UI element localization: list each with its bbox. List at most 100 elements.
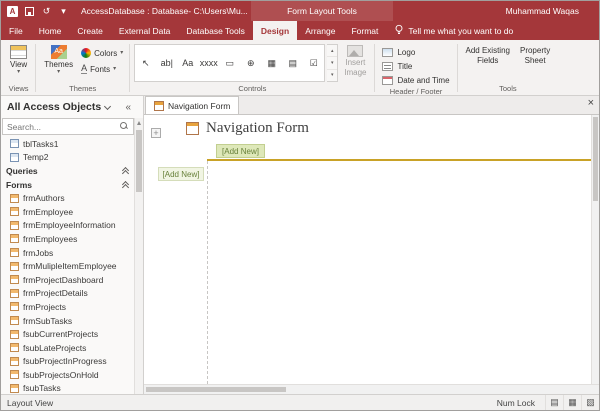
object-icon	[10, 262, 19, 271]
themes-button[interactable]: Aa Themes ▾	[40, 43, 77, 75]
view-shortcut-buttons: ▤ ▦ ▧	[545, 395, 599, 410]
button-icon[interactable]: xxxx	[198, 45, 219, 81]
themes-group-label: Themes	[37, 83, 128, 95]
nav-object-item[interactable]: tblTasks1	[1, 137, 134, 151]
nav-object-item[interactable]: frmEmployees	[1, 232, 134, 246]
quick-access-toolbar: A ↺ ▾	[7, 6, 69, 17]
navpane-scrollbar[interactable]	[134, 118, 143, 394]
insert-image-button[interactable]: Insert Image	[340, 43, 370, 77]
controls-gallery: ↖ ab| Aa xxxx ▭ ⊕ ▦ ▤	[134, 44, 325, 82]
collapse-pane-button[interactable]: «	[125, 102, 131, 113]
hyperlink-icon[interactable]: ⊕	[240, 45, 261, 81]
views-group: View ▾ Views	[3, 41, 34, 95]
title-button[interactable]: Title	[382, 60, 449, 72]
form-view-icon[interactable]: ▤	[545, 395, 563, 410]
nav-object-item[interactable]: Queries	[1, 164, 134, 178]
section-collapse-icon	[122, 167, 130, 175]
nav-object-item[interactable]: frmProjectDetails	[1, 287, 134, 301]
logo-button[interactable]: Logo	[382, 46, 449, 58]
customize-quick-access-icon[interactable]: ▾	[58, 6, 69, 17]
numlock-indicator: Num Lock	[497, 398, 535, 408]
check-box-icon[interactable]: ☑	[303, 45, 324, 81]
nav-object-item[interactable]: frmAuthors	[1, 191, 134, 205]
lightbulb-icon	[394, 24, 404, 38]
ribbon-tab[interactable]: Home	[31, 21, 70, 40]
property-sheet-button[interactable]: Property Sheet	[516, 43, 554, 65]
navigation-pane-header[interactable]: All Access Objects «	[1, 96, 134, 118]
nav-object-item[interactable]: fsubTasks	[1, 382, 134, 394]
add-new-tab-button[interactable]: [Add New]	[216, 144, 265, 158]
nav-object-item[interactable]: frmProjectDashboard	[1, 273, 134, 287]
canvas-vertical-scrollbar[interactable]	[591, 115, 599, 384]
ribbon-tab[interactable]: Design	[253, 21, 297, 40]
nav-object-item[interactable]: frmEmployee	[1, 205, 134, 219]
search-input[interactable]	[7, 122, 120, 132]
navpane-scrollbar-thumb[interactable]	[136, 130, 142, 192]
ribbon-tab[interactable]: File	[1, 21, 31, 40]
insert-image-label-line1: Insert	[345, 58, 365, 67]
signed-in-user[interactable]: Muhammad Waqas	[506, 6, 579, 16]
form-title: Navigation Form	[206, 120, 309, 137]
document-tab-bar: Navigation Form ×	[144, 96, 599, 115]
label-icon[interactable]: Aa	[177, 45, 198, 81]
save-button[interactable]	[24, 6, 35, 17]
tool-label-line1: Add Existing	[466, 46, 510, 55]
nav-object-label: frmEmployee	[23, 207, 73, 217]
select-pointer-icon[interactable]: ↖	[135, 45, 156, 81]
nav-object-item[interactable]: frmEmployeeInformation	[1, 219, 134, 233]
nav-object-label: frmProjectDetails	[23, 288, 88, 298]
fonts-button[interactable]: A Fonts ▾	[79, 63, 125, 75]
layout-selector-handle[interactable]: +	[151, 128, 161, 138]
nav-object-label: frmAuthors	[23, 193, 65, 203]
header-footer-button-label: Date and Time	[397, 76, 449, 85]
nav-object-item[interactable]: frmSubTasks	[1, 314, 134, 328]
fonts-button-label: Fonts	[90, 65, 110, 74]
gallery-scroll-up-icon[interactable]: ▴	[327, 45, 337, 57]
colors-button[interactable]: Colors ▾	[79, 47, 125, 59]
layout-view-icon[interactable]: ▧	[581, 395, 599, 410]
object-icon	[10, 370, 19, 379]
gallery-scroll-down-icon[interactable]: ▾	[327, 57, 337, 69]
nav-object-item[interactable]: fsubProjectInProgress	[1, 355, 134, 369]
text-box-icon[interactable]: ab|	[156, 45, 177, 81]
add-existing-fields-button[interactable]: Add Existing Fields	[462, 43, 514, 65]
nav-object-item[interactable]: frmMulipleItemEmployee	[1, 259, 134, 273]
image-frame-icon[interactable]: ▦	[261, 45, 282, 81]
group-separator	[129, 44, 130, 92]
tell-me-box[interactable]: Tell me what you want to do	[386, 21, 521, 40]
object-icon	[10, 302, 19, 311]
add-new-vertical-button[interactable]: [Add New]	[158, 167, 204, 181]
ribbon-tab[interactable]: Database Tools	[178, 21, 252, 40]
view-button[interactable]: View ▾	[6, 43, 31, 75]
object-icon	[10, 275, 19, 284]
nav-object-label: frmEmployees	[23, 234, 77, 244]
ribbon-tab[interactable]: Format	[343, 21, 386, 40]
header-footer-button-label: Title	[397, 62, 412, 71]
horizontal-scrollbar-thumb[interactable]	[146, 387, 286, 392]
insert-image-label-line2: Image	[344, 68, 366, 77]
gallery-more-icon[interactable]: ▾	[327, 70, 337, 81]
section-collapse-icon	[122, 181, 130, 189]
close-document-button[interactable]: ×	[588, 98, 594, 109]
combo-box-icon[interactable]: ▤	[282, 45, 303, 81]
nav-object-label: frmJobs	[23, 248, 53, 258]
undo-button[interactable]: ↺	[41, 6, 52, 17]
nav-object-item[interactable]: Temp2	[1, 151, 134, 165]
ribbon-tab[interactable]: External Data	[111, 21, 179, 40]
form-canvas: + Navigation Form [Add New] [Add New]	[144, 115, 599, 384]
nav-object-item[interactable]: frmJobs	[1, 246, 134, 260]
nav-object-item[interactable]: fsubProjectsOnHold	[1, 368, 134, 382]
tab-control-icon[interactable]: ▭	[219, 45, 240, 81]
object-icon	[10, 316, 19, 325]
datasheet-view-icon[interactable]: ▦	[563, 395, 581, 410]
nav-object-item[interactable]: Forms	[1, 178, 134, 192]
document-tab-navigation-form[interactable]: Navigation Form	[145, 96, 239, 114]
canvas-horizontal-scrollbar[interactable]	[144, 384, 599, 394]
nav-object-item[interactable]: frmProjects	[1, 300, 134, 314]
nav-object-item[interactable]: fsubLateProjects	[1, 341, 134, 355]
date-time-button[interactable]: Date and Time	[382, 74, 449, 86]
ribbon-tab[interactable]: Create	[69, 21, 111, 40]
ribbon-tab[interactable]: Arrange	[297, 21, 343, 40]
vertical-scrollbar-thumb[interactable]	[593, 117, 598, 201]
nav-object-item[interactable]: fsubCurrentProjects	[1, 327, 134, 341]
